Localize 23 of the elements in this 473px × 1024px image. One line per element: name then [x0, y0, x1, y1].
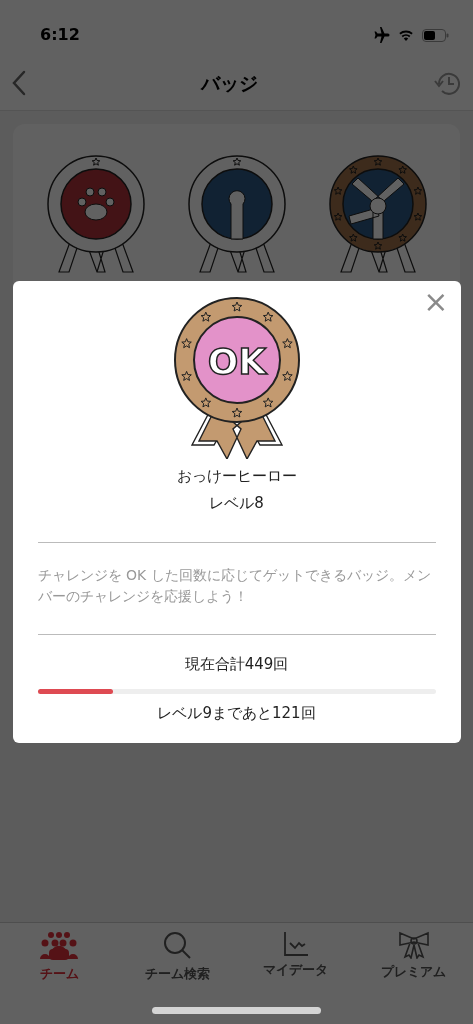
- tab-button[interactable]: チーム検索: [127, 931, 228, 992]
- badge-description: チャレンジを OK した回数に応じてゲットできるバッジ。メンバーのチャレンジを応援しよう！: [37, 566, 432, 606]
- total-count: 現在合計449回: [183, 653, 290, 675]
- clock-time: 6:12: [40, 24, 80, 46]
- chart-icon: [282, 931, 309, 957]
- tab-button[interactable]: マイデータ: [245, 931, 346, 992]
- remaining-count: レベル9まであと121回: [156, 703, 317, 725]
- tab-button[interactable]: チーム: [9, 931, 110, 992]
- bow-icon: [396, 931, 431, 959]
- badge-level: レベル8: [208, 492, 265, 514]
- search-icon: [162, 931, 193, 961]
- history-button[interactable]: [433, 70, 461, 96]
- tab-button[interactable]: プレミアム: [363, 931, 464, 992]
- airplane-icon: [373, 27, 390, 43]
- badge-name: おっけーヒーロー: [175, 466, 298, 488]
- close-button[interactable]: ×: [419, 287, 453, 318]
- medal-label: OK: [207, 341, 266, 383]
- home-indicator[interactable]: [152, 1007, 321, 1014]
- back-button[interactable]: [12, 70, 26, 96]
- page-title: バッジ: [201, 70, 258, 96]
- battery-icon: [422, 28, 449, 42]
- wifi-icon: [398, 29, 414, 41]
- people-icon: [40, 931, 79, 961]
